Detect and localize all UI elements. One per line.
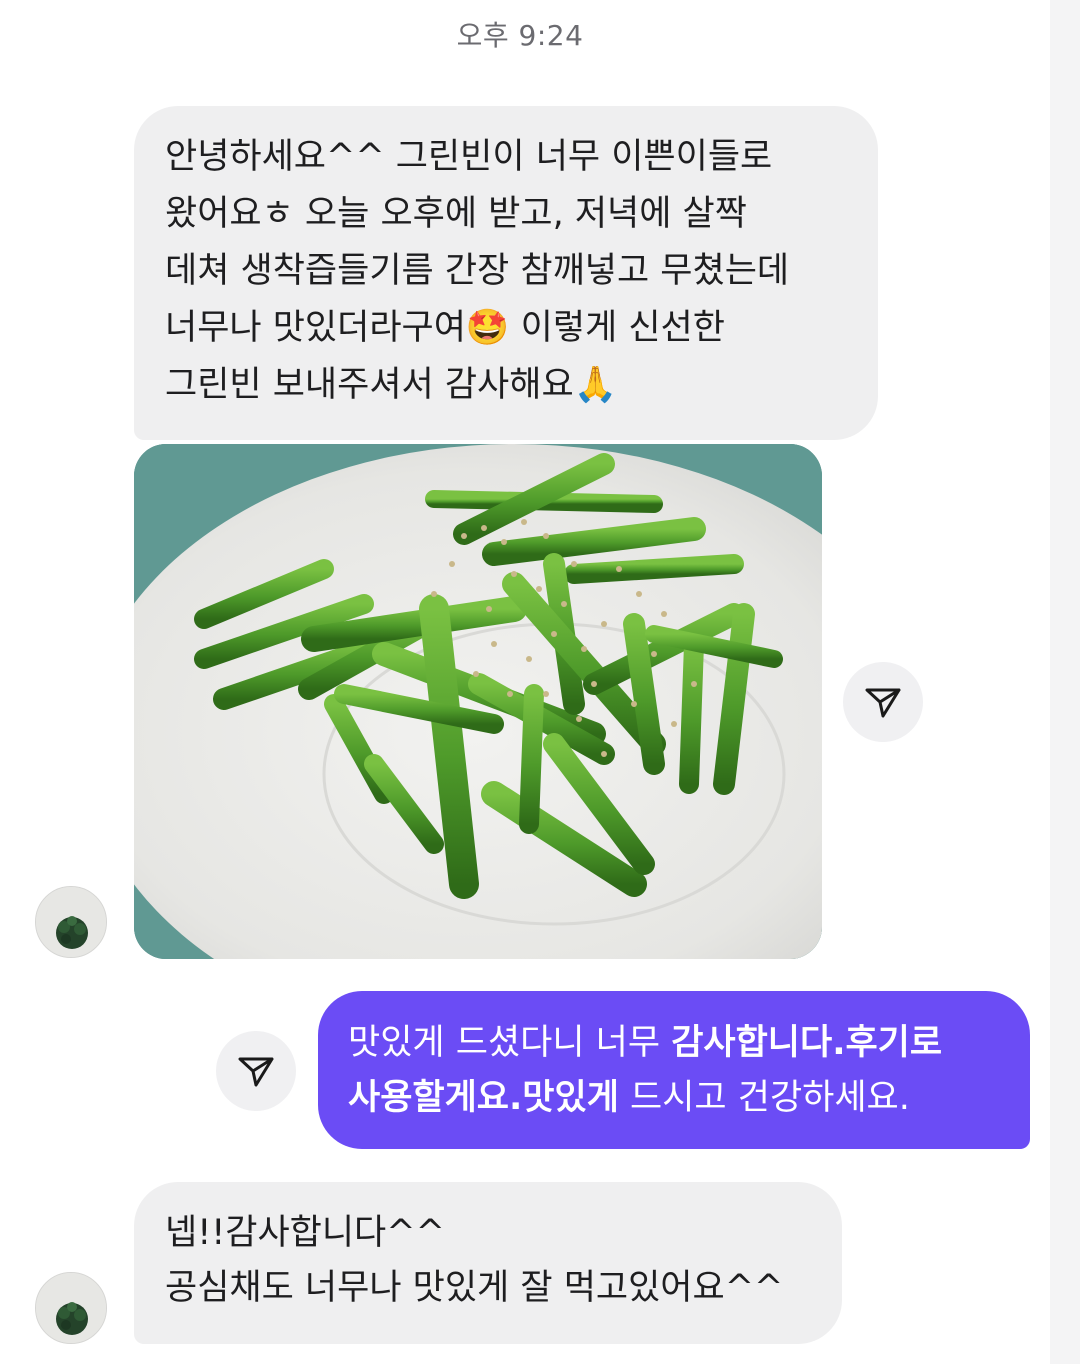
share-button[interactable] [843,662,923,742]
message-timestamp: 오후 9:24 [456,19,584,52]
avatar[interactable] [35,1272,107,1344]
share-button[interactable] [216,1031,296,1111]
share-icon [238,1057,274,1087]
outgoing-text-part: 드시고 건강하세요. [618,1078,910,1118]
incoming-message-bubble[interactable]: 안녕하세요^^ 그린빈이 너무 이쁜이들로 왔어요ㅎ 오늘 오후에 받고, 저녁… [134,106,878,440]
green-bean-photo [134,444,822,959]
share-icon [865,688,901,718]
screen-edge [1050,0,1080,1364]
avatar-image [36,887,106,957]
avatar[interactable] [35,886,107,958]
incoming-message-bubble[interactable]: 넵!!감사합니다^^ 공심채도 너무나 맛있게 잘 먹고있어요^^ [134,1182,842,1344]
message-photo[interactable] [134,444,822,959]
outgoing-text-part: 맛있게 드셨다니 너무 [348,1023,672,1063]
avatar-image [36,1273,106,1343]
outgoing-message-bubble[interactable]: 맛있게 드셨다니 너무 감사합니다.후기로 사용할게요.맛있게 드시고 건강하세… [318,991,1030,1149]
